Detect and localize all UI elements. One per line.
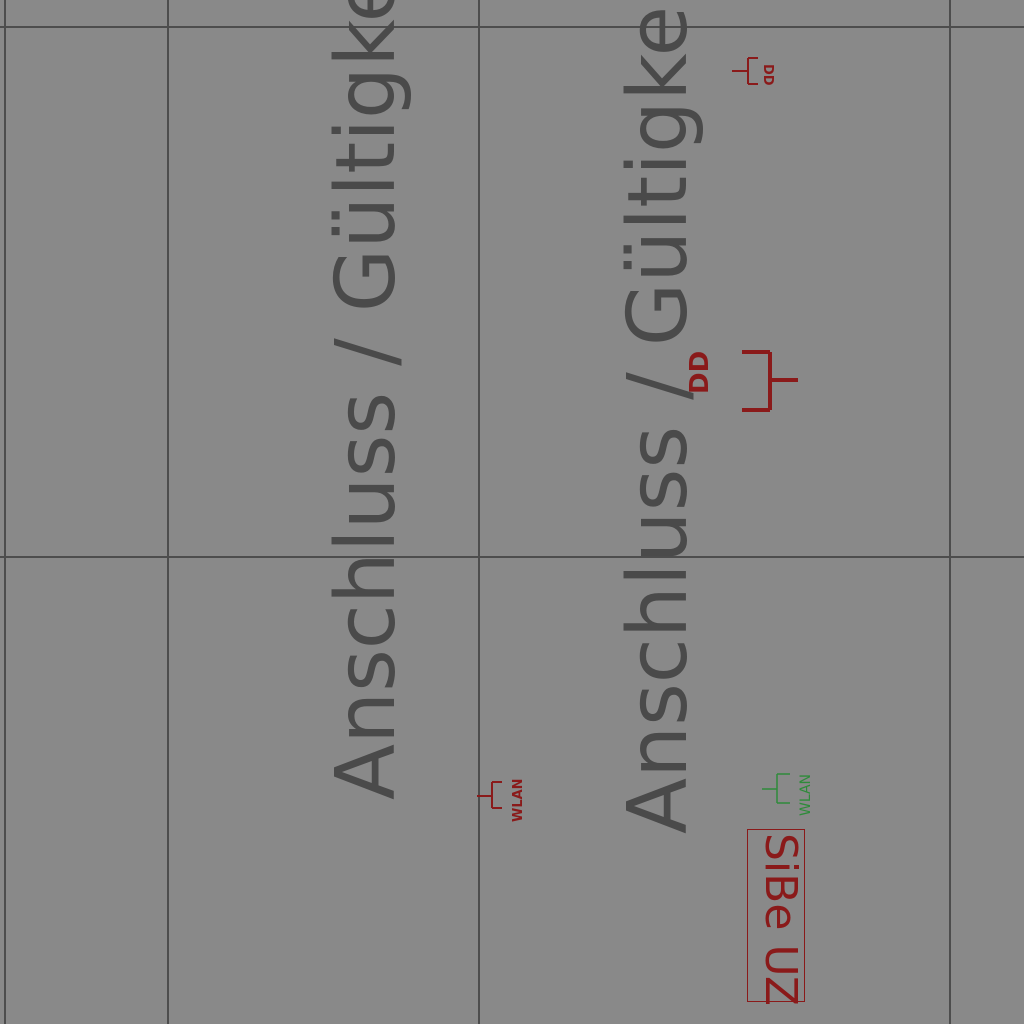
floor-plan-canvas: DD DD WLAN WLAN	[0, 0, 1024, 1024]
wlan-access-point-icon[interactable]	[762, 773, 790, 804]
column-label-anschluss-2: Anschluss / Gültigkeit	[611, 0, 706, 834]
column-label-anschluss-1: Anschluss / Gültigkeit	[319, 0, 414, 800]
sibe-uz-label: SiBe UZ	[755, 833, 806, 1006]
wlan-access-point-icon[interactable]	[477, 781, 502, 809]
data-outlet-icon[interactable]	[742, 350, 798, 412]
wlan-label-green: WLAN	[798, 774, 814, 816]
wlan-label-red: WLAN	[511, 778, 526, 822]
data-outlet-label-small: DD	[760, 64, 775, 86]
grid-lines	[0, 0, 1024, 1024]
data-outlet-icon[interactable]	[732, 57, 758, 85]
